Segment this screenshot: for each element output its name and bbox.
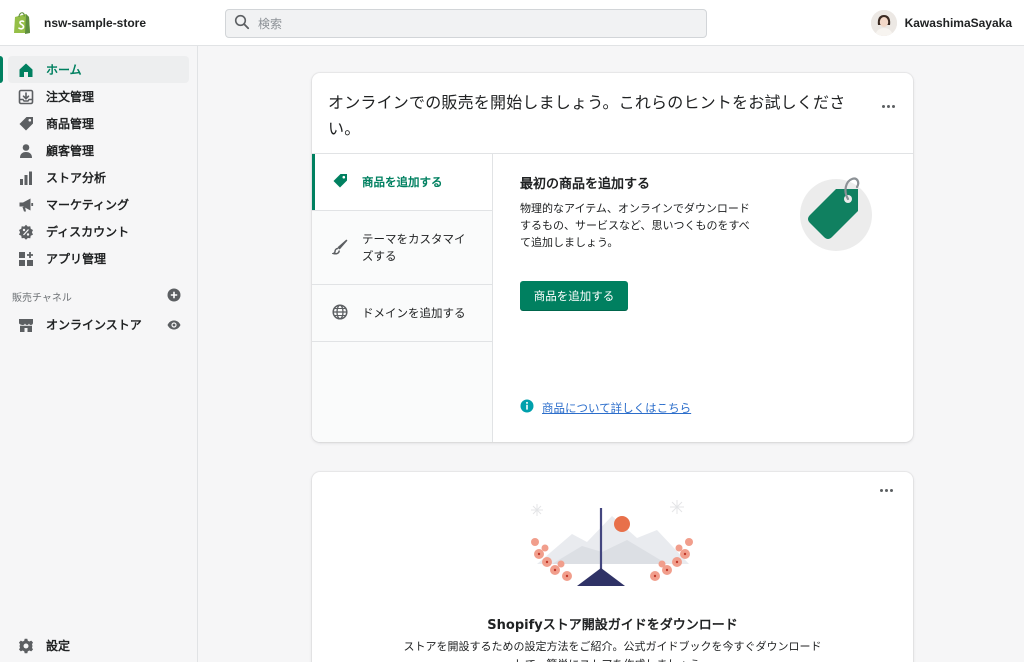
analytics-icon [16,168,36,188]
product-tag-illustration [800,177,872,251]
sidebar-item-marketing[interactable]: マーケティング [8,191,189,218]
sidebar-item-label: ディスカウント [46,225,130,239]
guide-download-card: Shopifyストア開設ガイドをダウンロード ストアを開設するための設定方法をご… [312,472,913,662]
tab-customize-theme[interactable]: テーマをカスタマイズする [312,211,492,285]
sidebar-item-orders[interactable]: 注文管理 [8,83,189,110]
sidebar-item-label: 注文管理 [46,90,95,104]
tab-add-product[interactable]: 商品を追加する [312,154,492,211]
sidebar-item-label: 顧客管理 [46,144,95,158]
brush-icon [332,239,350,257]
sidebar-item-label: 商品管理 [46,117,95,131]
tag-icon [332,173,350,191]
more-actions-icon[interactable] [880,489,893,492]
megaphone-icon [16,195,36,215]
sidebar-item-label: マーケティング [46,198,130,212]
globe-icon [332,304,350,322]
sidebar-nav: ホーム 注文管理 商品管理 顧客管理 ストア分析 マーケティング ディスカウント… [0,46,197,272]
sidebar-item-settings[interactable]: 設定 [8,632,190,659]
user-menu[interactable]: KawashimaSayaka [870,10,1012,36]
sales-channels-heading: 販売チャネル [12,288,181,305]
shopify-logo-icon[interactable] [12,11,32,35]
channel-row-online-store: オンラインストア [0,311,197,338]
tab-label: ドメインを追加する [362,305,466,320]
view-store-eye-icon[interactable] [167,318,181,332]
top-bar: nsw-sample-store KawashimaSayaka [0,0,1024,46]
setup-guide-title: オンラインでの販売を開始しましょう。これらのヒントをお試しください。 [328,93,846,138]
orders-icon [16,87,36,107]
learn-more: 商品について詳しくはこちら [520,399,691,416]
setup-guide-header: オンラインでの販売を開始しましょう。これらのヒントをお試しください。 [312,73,913,154]
avatar[interactable] [870,10,897,36]
add-channel-icon[interactable] [167,288,181,305]
discount-icon [16,222,36,242]
tab-label: テーマをカスタマイズする [362,231,466,263]
setup-tabs: 商品を追加する テーマをカスタマイズする ドメインを追加する [312,154,493,442]
store-icon [16,315,36,335]
learn-more-link[interactable]: 商品について詳しくはこちら [542,400,691,416]
tab-add-domain[interactable]: ドメインを追加する [312,285,492,342]
tabs-filler [312,342,492,442]
add-product-button[interactable]: 商品を追加する [520,281,628,311]
mountain-flag-illustration [531,500,693,586]
sidebar-item-online-store[interactable]: オンラインストア [8,311,167,338]
store-name[interactable]: nsw-sample-store [44,16,146,30]
sidebar: ホーム 注文管理 商品管理 顧客管理 ストア分析 マーケティング ディスカウント… [0,46,198,662]
sidebar-item-label: ストア分析 [46,171,107,185]
gear-icon [16,636,36,656]
apps-icon [16,249,36,269]
search-input[interactable] [258,16,678,31]
sidebar-item-analytics[interactable]: ストア分析 [8,164,189,191]
guide-description: ストアを開設するための設定方法をご紹介。公式ガイドブックを今すぐダウンロードして… [403,640,822,662]
user-name[interactable]: KawashimaSayaka [905,16,1012,30]
sidebar-item-label: オンラインストア [46,318,142,332]
more-actions-icon[interactable] [882,105,895,108]
search-icon [234,14,250,33]
home-icon [16,60,36,80]
tab-label: 商品を追加する [362,174,443,189]
brand: nsw-sample-store [0,11,220,35]
sidebar-item-label: 設定 [46,639,71,653]
tag-icon [16,114,36,134]
sidebar-item-products[interactable]: 商品管理 [8,110,189,137]
person-icon [16,141,36,161]
sidebar-item-home[interactable]: ホーム [0,56,189,83]
sales-channels-label: 販売チャネル [12,293,72,304]
sidebar-item-label: ホーム [46,63,82,77]
guide-title: Shopifyストア開設ガイドをダウンロード [487,618,738,633]
info-icon [520,399,534,416]
sidebar-item-customers[interactable]: 顧客管理 [8,137,189,164]
sidebar-item-discounts[interactable]: ディスカウント [8,218,189,245]
settings-area: 設定 [8,632,190,659]
sidebar-item-apps[interactable]: アプリ管理 [8,245,189,272]
setup-guide-card: オンラインでの販売を開始しましょう。これらのヒントをお試しください。 商品を追加… [312,73,913,442]
content-description: 物理的なアイテム、オンラインでダウンロードするもの、サービスなど、思いつくものを… [520,202,750,249]
sidebar-item-label: アプリ管理 [46,252,107,266]
search-bar[interactable] [225,9,707,38]
